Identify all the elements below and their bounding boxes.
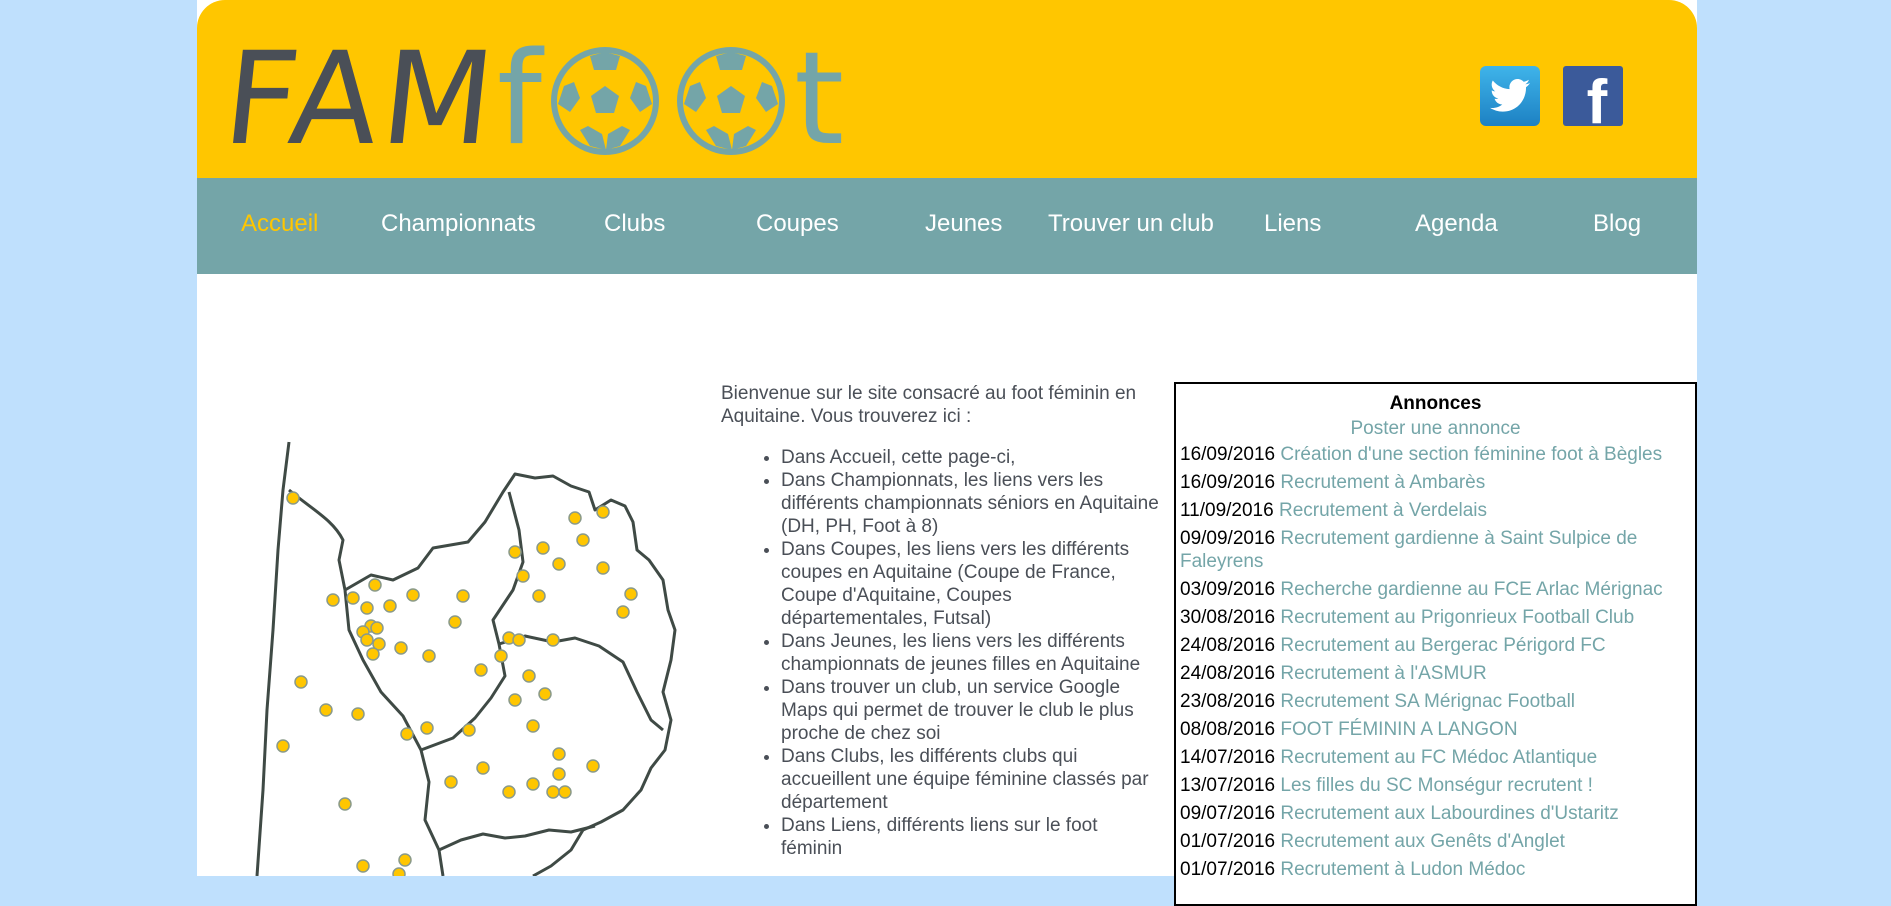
site-header: FAM f t f [197, 0, 1697, 178]
nav-item-coupes[interactable]: Coupes [756, 178, 839, 274]
page-container: FAM f t f Accueil Championnats Clubs Cou… [197, 0, 1697, 906]
annonce-date: 24/08/2016 [1180, 663, 1276, 684]
nav-item-championnats[interactable]: Championnats [381, 178, 536, 274]
nav-item-jeunes[interactable]: Jeunes [925, 178, 1002, 274]
annonce-item: 30/08/2016 Recrutement au Prigonrieux Fo… [1176, 606, 1695, 629]
intro-list-item: Dans Clubs, les différents clubs qui acc… [781, 745, 1161, 814]
twitter-icon [1490, 79, 1530, 112]
annonce-date: 24/08/2016 [1180, 635, 1276, 656]
intro-paragraph: Bienvenue sur le site consacré au foot f… [721, 383, 1137, 427]
annonce-list: 16/09/2016 Création d'une section fémini… [1176, 443, 1695, 881]
annonce-item: 24/08/2016 Recrutement à l'ASMUR [1176, 662, 1695, 685]
main-nav: Accueil Championnats Clubs Coupes Jeunes… [197, 178, 1697, 274]
annonce-link[interactable]: Recherche gardienne au FCE Arlac Mérigna… [1280, 579, 1662, 600]
annonce-date: 16/09/2016 [1180, 444, 1276, 465]
annonce-date: 14/07/2016 [1180, 747, 1276, 768]
annonce-date: 11/09/2016 [1180, 500, 1274, 521]
annonce-item: 09/09/2016 Recrutement gardienne à Saint… [1176, 527, 1695, 573]
logo-f-text: f [496, 25, 542, 174]
nav-item-liens[interactable]: Liens [1264, 178, 1321, 274]
soccer-ball-icon [676, 47, 785, 155]
annonce-item: 03/09/2016 Recherche gardienne au FCE Ar… [1176, 578, 1695, 601]
intro-list-item: Dans Jeunes, les liens vers les différen… [781, 630, 1161, 676]
annonce-item: 01/07/2016 Recrutement aux Genêts d'Angl… [1176, 830, 1695, 853]
aquitaine-clubs-map[interactable] [253, 430, 723, 876]
annonce-item: 23/08/2016 Recrutement SA Mérignac Footb… [1176, 690, 1695, 713]
annonce-date: 01/07/2016 [1180, 831, 1276, 852]
annonce-link[interactable]: Recrutement aux Genêts d'Anglet [1280, 831, 1565, 852]
annonce-date: 16/09/2016 [1180, 472, 1276, 493]
annonce-link[interactable]: Recrutement SA Mérignac Football [1280, 691, 1575, 712]
facebook-icon: f [1586, 68, 1608, 137]
logo-t-text: t [793, 25, 845, 174]
nav-item-accueil[interactable]: Accueil [241, 178, 318, 274]
site-logo[interactable]: FAM f t [217, 10, 845, 174]
annonce-item: 09/07/2016 Recrutement aux Labourdines d… [1176, 802, 1695, 825]
annonce-link[interactable]: Les filles du SC Monségur recrutent ! [1280, 775, 1593, 796]
annonce-date: 30/08/2016 [1180, 607, 1276, 628]
intro-list-item: Dans Liens, différents liens sur le foot… [781, 814, 1161, 860]
annonce-link[interactable]: Recrutement au Prigonrieux Football Club [1280, 607, 1634, 628]
annonce-link[interactable]: Recrutement à l'ASMUR [1280, 663, 1486, 684]
intro-list-item: Dans Accueil, cette page-ci, [781, 446, 1161, 469]
nav-item-agenda[interactable]: Agenda [1415, 178, 1498, 274]
annonce-item: 24/08/2016 Recrutement au Bergerac Périg… [1176, 634, 1695, 657]
intro-list-item: Dans trouver un club, un service Google … [781, 676, 1161, 745]
nav-item-clubs[interactable]: Clubs [604, 178, 665, 274]
annonce-date: 03/09/2016 [1180, 579, 1276, 600]
annonce-item: 13/07/2016 Les filles du SC Monségur rec… [1176, 774, 1695, 797]
annonce-link[interactable]: Recrutement au Bergerac Périgord FC [1280, 635, 1605, 656]
logo-fam-text: FAM [217, 25, 505, 174]
twitter-link[interactable] [1480, 66, 1540, 126]
annonce-link[interactable]: Création d'une section féminine foot à B… [1280, 444, 1662, 465]
annonce-item: 01/07/2016 Recrutement à Ludon Médoc [1176, 858, 1695, 881]
post-annonce-link[interactable]: Poster une annonce [1176, 417, 1695, 443]
annonce-link[interactable]: Recrutement au FC Médoc Atlantique [1280, 747, 1597, 768]
intro-list: Dans Accueil, cette page-ci, Dans Champi… [721, 446, 1161, 860]
annonce-item: 14/07/2016 Recrutement au FC Médoc Atlan… [1176, 746, 1695, 769]
annonce-date: 23/08/2016 [1180, 691, 1276, 712]
annonce-link[interactable]: FOOT FÉMININ A LANGON [1280, 719, 1517, 740]
nav-item-trouver-un-club[interactable]: Trouver un club [1048, 178, 1214, 274]
annonce-item: 11/09/2016 Recrutement à Verdelais [1176, 499, 1695, 522]
annonces-panel: Annonces Poster une annonce 16/09/2016 C… [1174, 382, 1697, 906]
annonce-item: 08/08/2016 FOOT FÉMININ A LANGON [1176, 718, 1695, 741]
annonces-title: Annonces [1389, 393, 1482, 414]
annonce-date: 09/07/2016 [1180, 803, 1276, 824]
soccer-ball-icon [550, 47, 659, 155]
nav-item-blog[interactable]: Blog [1593, 178, 1641, 274]
annonce-link[interactable]: Recrutement à Ludon Médoc [1280, 859, 1525, 880]
annonce-date: 08/08/2016 [1180, 719, 1276, 740]
annonce-item: 16/09/2016 Création d'une section fémini… [1176, 443, 1695, 466]
annonce-date: 09/09/2016 [1180, 528, 1276, 549]
annonce-date: 01/07/2016 [1180, 859, 1276, 880]
annonce-item: 16/09/2016 Recrutement à Ambarès [1176, 471, 1695, 494]
intro-section: Bienvenue sur le site consacré au foot f… [721, 382, 1161, 860]
intro-list-item: Dans Championnats, les liens vers les di… [781, 469, 1161, 538]
annonce-date: 13/07/2016 [1180, 775, 1276, 796]
intro-list-item: Dans Coupes, les liens vers les différen… [781, 538, 1161, 630]
annonce-link[interactable]: Recrutement à Ambarès [1280, 472, 1485, 493]
annonce-link[interactable]: Recrutement à Verdelais [1279, 500, 1487, 521]
annonce-link[interactable]: Recrutement aux Labourdines d'Ustaritz [1280, 803, 1618, 824]
facebook-link[interactable]: f [1563, 66, 1623, 134]
